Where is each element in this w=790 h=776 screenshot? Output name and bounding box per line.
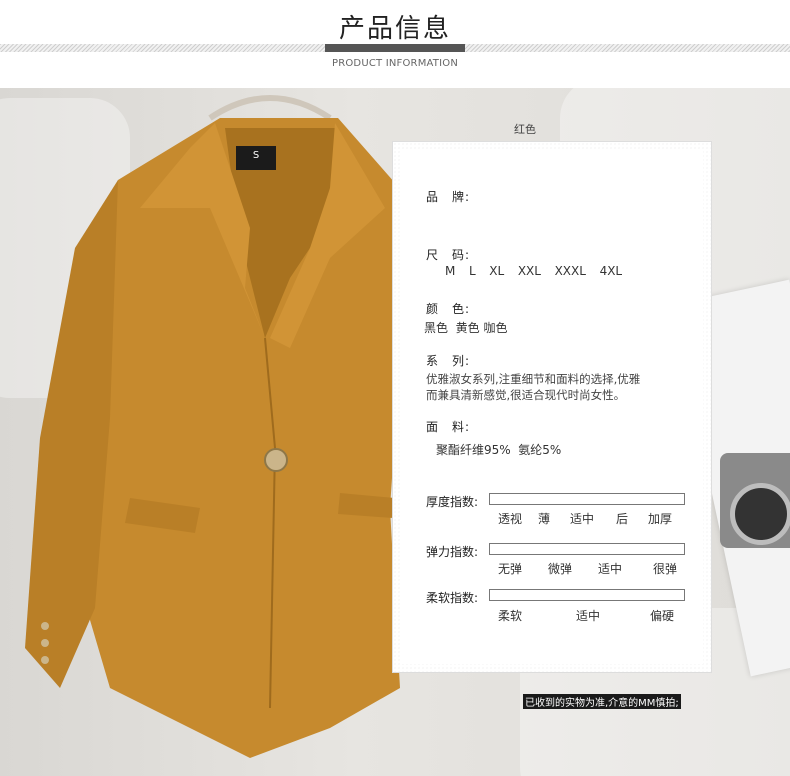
elasticity-bar xyxy=(489,543,685,555)
section-header: 产品信息 PRODUCT INFORMATION xyxy=(0,0,790,88)
softness-option: 偏硬 xyxy=(650,609,675,623)
thickness-option: 后 xyxy=(616,512,629,526)
header-stripe-left xyxy=(0,44,325,52)
thickness-option: 加厚 xyxy=(648,512,673,526)
thickness-option: 适中 xyxy=(570,512,595,526)
header-stripe-right xyxy=(465,44,790,52)
disclaimer-note: 已收到的实物为准,介意的MM慎拍; xyxy=(523,694,681,709)
thickness-option: 薄 xyxy=(538,512,551,526)
fabric-label: 面 料: xyxy=(426,420,471,434)
size-label: 尺 码: xyxy=(426,248,471,262)
section-subtitle: PRODUCT INFORMATION xyxy=(331,58,459,69)
size-values: M L XL XXL XXXL 4XL xyxy=(445,264,623,278)
elasticity-label: 弹力指数: xyxy=(426,545,479,559)
elasticity-option: 很弹 xyxy=(653,562,678,576)
neck-tag-size: S xyxy=(252,150,260,161)
series-desc-line2: 而兼具清新感觉,很适合现代时尚女性。 xyxy=(426,388,626,402)
color-values: 黑色 黄色 咖色 xyxy=(424,321,508,335)
softness-option: 适中 xyxy=(576,609,601,623)
color-label: 红色 xyxy=(514,123,536,136)
series-label: 系 列: xyxy=(426,354,471,368)
brand-label: 品 牌: xyxy=(426,190,471,204)
header-accent-bar xyxy=(325,44,465,52)
thickness-label: 厚度指数: xyxy=(426,495,479,509)
series-desc-line1: 优雅淑女系列,注重细节和面料的选择,优雅 xyxy=(426,372,641,386)
thickness-option: 透视 xyxy=(498,512,523,526)
fabric-value: 聚酯纤维95% 氨纶5% xyxy=(436,443,562,457)
softness-option: 柔软 xyxy=(498,609,523,623)
softness-label: 柔软指数: xyxy=(426,591,479,605)
elasticity-option: 无弹 xyxy=(498,562,523,576)
elasticity-option: 微弹 xyxy=(548,562,573,576)
thickness-bar xyxy=(489,493,685,505)
softness-bar xyxy=(489,589,685,601)
elasticity-option: 适中 xyxy=(598,562,623,576)
color-field-label: 颜 色: xyxy=(426,302,471,316)
section-title: 产品信息 xyxy=(338,14,451,44)
